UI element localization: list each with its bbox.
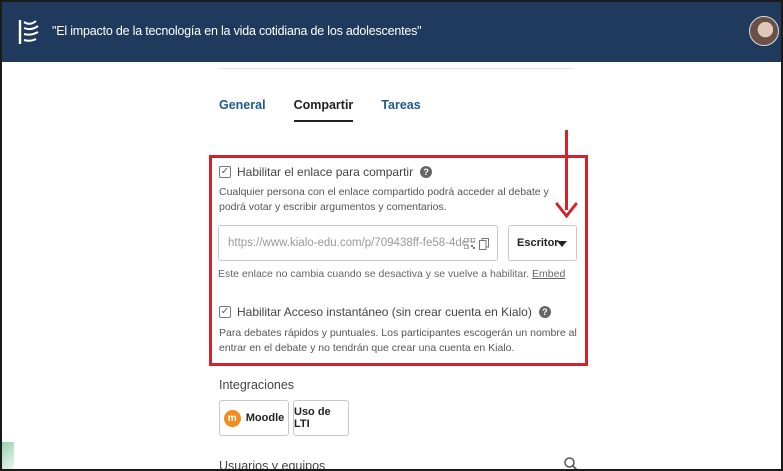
copy-icon[interactable]	[479, 238, 489, 250]
role-value: Escritor	[517, 237, 559, 249]
lti-button[interactable]: Uso de LTI	[293, 400, 349, 436]
kialo-logo-icon[interactable]	[16, 18, 42, 46]
settings-tabs: General Compartir Tareas	[219, 98, 421, 122]
qr-code-icon[interactable]	[464, 238, 475, 249]
lti-label: Uso de LTI	[294, 406, 331, 430]
tab-general[interactable]: General	[219, 98, 266, 122]
moodle-button[interactable]: m Moodle	[219, 400, 289, 436]
help-icon[interactable]: ?	[538, 306, 551, 318]
app-window: "El impacto de la tecnología en la vida …	[0, 0, 783, 471]
link-note: Este enlace no cambia cuando se desactiv…	[218, 268, 565, 280]
instant-access-label: Habilitar Acceso instantáneo (sin crear …	[237, 305, 532, 319]
instant-access-description: Para debates rápidos y puntuales. Los pa…	[219, 327, 577, 354]
enable-link-row: ✓ Habilitar el enlace para compartir ?	[219, 165, 433, 179]
link-note-text: Este enlace no cambia cuando se desactiv…	[218, 268, 530, 280]
integrations-heading: Integraciones	[219, 378, 295, 392]
user-avatar[interactable]	[749, 16, 779, 46]
chevron-down-icon	[557, 241, 567, 247]
moodle-icon: m	[223, 409, 241, 427]
help-icon[interactable]: ?	[420, 166, 433, 178]
embed-link[interactable]: Embed	[532, 268, 565, 280]
share-url-text: https://www.kialo-edu.com/p/709438ff-fe5…	[228, 237, 464, 249]
search-icon[interactable]	[564, 457, 578, 471]
debate-title: "El impacto de la tecnología en la vida …	[52, 24, 422, 38]
tab-compartir[interactable]: Compartir	[293, 98, 354, 122]
tab-tareas[interactable]: Tareas	[381, 98, 420, 122]
enable-link-checkbox[interactable]: ✓	[219, 166, 231, 178]
divider	[218, 68, 574, 69]
moodle-label: Moodle	[245, 412, 285, 424]
role-dropdown[interactable]: Escritor	[508, 225, 577, 261]
share-url-field[interactable]: https://www.kialo-edu.com/p/709438ff-fe5…	[218, 225, 498, 261]
enable-link-label: Habilitar el enlace para compartir	[237, 165, 414, 179]
background-decoration	[2, 442, 14, 469]
users-heading: Usuarios y equipos	[219, 459, 326, 471]
enable-link-description: Cualquier persona con el enlace comparti…	[219, 186, 549, 213]
top-bar: "El impacto de la tecnología en la vida …	[2, 2, 781, 62]
instant-access-checkbox[interactable]: ✓	[219, 306, 231, 318]
instant-access-row: ✓ Habilitar Acceso instantáneo (sin crea…	[219, 305, 551, 319]
